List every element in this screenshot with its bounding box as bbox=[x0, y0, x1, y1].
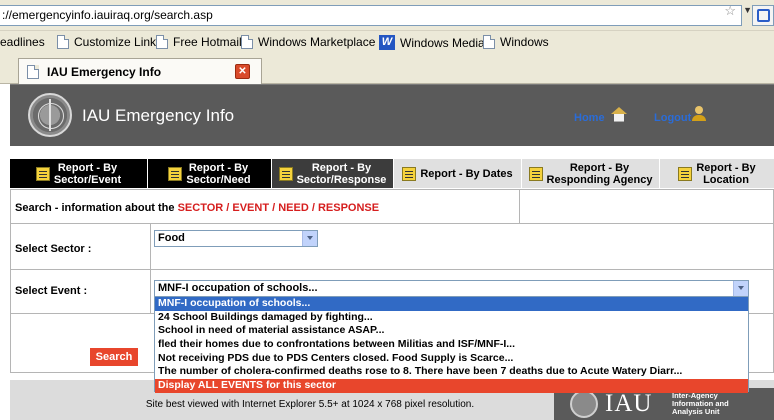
browser-address-bar: ://emergencyinfo.iauiraq.org/search.asp … bbox=[0, 0, 774, 30]
event-select[interactable]: MNF-I occupation of schools... bbox=[154, 280, 749, 297]
close-tab-icon[interactable]: ✕ bbox=[235, 64, 250, 79]
un-emblem-icon bbox=[28, 93, 72, 137]
windows-media-icon: W bbox=[379, 35, 395, 50]
sector-label: Select Sector : bbox=[15, 243, 92, 255]
address-dropdown-icon[interactable]: ▼ bbox=[743, 5, 752, 15]
bookmark-star-icon[interactable]: ☆ bbox=[724, 3, 736, 19]
event-option[interactable]: MNF-I occupation of schools... bbox=[155, 297, 748, 311]
home-icon[interactable] bbox=[611, 107, 627, 122]
un-emblem-icon bbox=[570, 390, 598, 418]
tab-label-line2: Responding Agency bbox=[546, 173, 653, 186]
page-icon bbox=[241, 35, 253, 49]
sector-select-value: Food bbox=[158, 232, 185, 244]
home-link[interactable]: Home bbox=[574, 112, 605, 124]
report-icon bbox=[402, 166, 417, 181]
bookmark-label: Windows Marketplace bbox=[258, 35, 376, 49]
report-icon bbox=[278, 166, 293, 181]
go-button[interactable] bbox=[752, 5, 774, 26]
page-icon bbox=[156, 35, 168, 49]
bookmark-windows-marketplace[interactable]: Windows Marketplace bbox=[241, 35, 375, 49]
page-icon bbox=[27, 64, 39, 79]
tab-title: IAU Emergency Info bbox=[47, 64, 162, 79]
iau-logo-subtitle: Inter-Agency Information and Analysis Unit bbox=[672, 392, 729, 416]
event-select-value: MNF-I occupation of schools... bbox=[158, 282, 318, 294]
column-divider bbox=[150, 224, 151, 270]
tab-label-line1: Report - By bbox=[188, 161, 249, 174]
event-label: Select Event : bbox=[15, 285, 88, 297]
bookmark-label: Windows Media bbox=[400, 35, 485, 50]
browser-tab[interactable]: IAU Emergency Info ✕ bbox=[18, 58, 262, 84]
go-icon bbox=[757, 9, 770, 22]
tab-label-line1: Report - By bbox=[696, 161, 756, 174]
chevron-down-icon[interactable] bbox=[733, 281, 748, 296]
sector-row: Select Sector : bbox=[11, 224, 774, 270]
search-button[interactable]: Search bbox=[90, 348, 138, 366]
tab-label-line2: Sector/Response bbox=[296, 173, 387, 186]
event-option[interactable]: School in need of material assistance AS… bbox=[155, 324, 748, 338]
address-field[interactable]: ://emergencyinfo.iauiraq.org/search.asp bbox=[0, 5, 742, 26]
report-icon bbox=[528, 166, 543, 181]
iau-sub-line3: Analysis Unit bbox=[672, 407, 720, 416]
tab-responding-agency[interactable]: Report - By Responding Agency bbox=[522, 159, 660, 188]
bookmark-label: Customize Links bbox=[74, 35, 163, 49]
tab-sector-response[interactable]: Report - By Sector/Response bbox=[272, 159, 394, 188]
event-option[interactable]: 24 School Buildings damaged by fighting.… bbox=[155, 311, 748, 325]
event-option[interactable]: fled their homes due to confrontations b… bbox=[155, 338, 748, 352]
report-icon bbox=[678, 166, 693, 181]
chevron-down-icon[interactable] bbox=[302, 231, 317, 246]
event-option-all[interactable]: Display ALL EVENTS for this sector bbox=[155, 379, 748, 393]
tab-sector-event[interactable]: Report - By Sector/Event bbox=[10, 159, 148, 188]
search-intro-text: Search - information about the bbox=[15, 202, 178, 214]
event-option[interactable]: Not receiving PDS due to PDS Centers clo… bbox=[155, 352, 748, 366]
bookmark-label: Free Hotmail bbox=[173, 35, 242, 49]
tab-dates[interactable]: Report - By Dates bbox=[394, 159, 522, 188]
report-icon bbox=[168, 166, 183, 181]
search-intro-highlight: SECTOR / EVENT / NEED / RESPONSE bbox=[177, 202, 380, 214]
tab-label-line1: Report - By bbox=[311, 161, 372, 174]
event-dropdown-list: MNF-I occupation of schools... 24 School… bbox=[154, 296, 749, 393]
iau-logo-text: IAU bbox=[605, 390, 653, 417]
tab-label-line1: Report - By Dates bbox=[420, 167, 513, 180]
browser-tab-strip: IAU Emergency Info ✕ bbox=[0, 54, 774, 84]
report-icon bbox=[35, 166, 50, 181]
report-nav: Report - By Sector/Event Report - By Secto… bbox=[10, 159, 774, 188]
search-intro-row: Search - information about the SECTOR / … bbox=[11, 190, 774, 224]
tab-label-line2: Sector/Need bbox=[186, 173, 251, 186]
site-header: IAU Emergency Info Home Logout bbox=[10, 84, 774, 146]
page-icon bbox=[483, 35, 495, 49]
event-option[interactable]: The number of cholera-confirmed deaths r… bbox=[155, 365, 748, 379]
page-icon bbox=[57, 35, 69, 49]
bookmark-free-hotmail[interactable]: Free Hotmail bbox=[156, 35, 242, 49]
sector-select[interactable]: Food bbox=[154, 230, 318, 247]
tab-sector-need[interactable]: Report - By Sector/Need bbox=[148, 159, 272, 188]
column-divider bbox=[150, 270, 151, 314]
bookmark-label: Windows bbox=[500, 35, 549, 49]
bookmarks-toolbar: eadlines Customize Links Free Hotmail Wi… bbox=[0, 30, 774, 54]
logout-icon[interactable] bbox=[691, 106, 707, 122]
search-intro: Search - information about the SECTOR / … bbox=[15, 202, 379, 214]
logout-link[interactable]: Logout bbox=[654, 112, 691, 124]
bookmark-customize-links[interactable]: Customize Links bbox=[57, 35, 162, 49]
tab-location[interactable]: Report - By Location bbox=[660, 159, 774, 188]
bookmark-windows-media[interactable]: W Windows Media bbox=[379, 35, 485, 50]
resolution-note: Site best viewed with Internet Explorer … bbox=[145, 399, 475, 410]
column-divider bbox=[519, 190, 520, 224]
tab-label-line1: Report - By bbox=[57, 161, 118, 174]
tab-label-line2: Sector/Event bbox=[53, 173, 122, 186]
bookmark-windows[interactable]: Windows bbox=[483, 35, 549, 49]
bookmark-label: eadlines bbox=[0, 35, 45, 49]
site-title: IAU Emergency Info bbox=[82, 106, 235, 125]
bookmark-headlines[interactable]: eadlines bbox=[0, 35, 45, 49]
tab-label-line1: Report - By bbox=[569, 161, 630, 174]
tab-label-line2: Location bbox=[703, 173, 749, 186]
